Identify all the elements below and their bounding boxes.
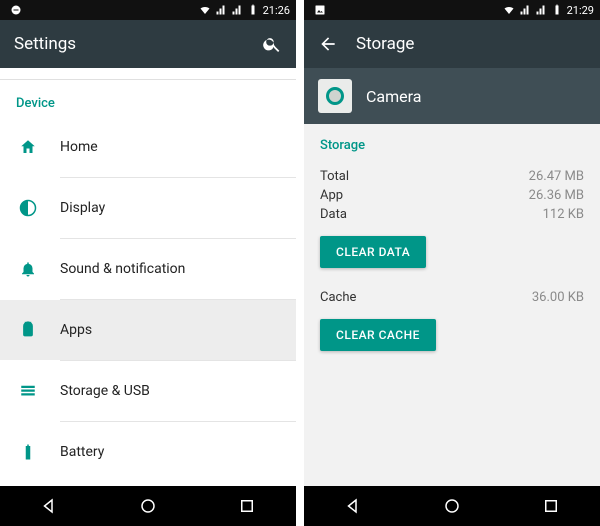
phone-left: 21:26 Settings Device Home Display Sound… [0, 0, 296, 526]
sidebar-item-apps[interactable]: Apps [0, 300, 296, 360]
data-label: Data [320, 207, 347, 222]
bell-icon [19, 260, 37, 278]
app-label: App [320, 188, 343, 203]
nav-recent[interactable] [238, 497, 256, 515]
signal-icon-2 [231, 4, 243, 16]
list-item-label: Display [60, 200, 105, 216]
back-triangle-icon [344, 497, 362, 515]
row-data: Data 112 KB [320, 205, 584, 224]
clock: 21:26 [263, 4, 290, 17]
cache-label: Cache [320, 290, 356, 305]
clock: 21:29 [567, 4, 594, 17]
back-button[interactable] [318, 34, 338, 54]
storage-content: Storage Total 26.47 MB App 26.36 MB Data… [304, 124, 600, 486]
list-item-label: Storage & USB [60, 383, 150, 399]
app-subheader: Camera [304, 68, 600, 124]
android-icon [19, 321, 37, 339]
clear-cache-button[interactable]: CLEAR CACHE [320, 319, 436, 351]
battery-icon [19, 443, 37, 461]
data-value: 112 KB [543, 207, 584, 222]
sidebar-item-display[interactable]: Display [0, 178, 296, 238]
nav-bar [304, 486, 600, 526]
search-button[interactable] [262, 34, 282, 54]
status-bar: 21:29 [304, 0, 600, 20]
back-triangle-icon [40, 497, 58, 515]
sidebar-item-storage[interactable]: Storage & USB [0, 361, 296, 421]
home-circle-icon [443, 497, 461, 515]
total-label: Total [320, 169, 349, 184]
image-icon [314, 4, 326, 16]
wifi-icon [503, 4, 515, 16]
arrow-back-icon [318, 34, 338, 54]
sidebar-item-battery[interactable]: Battery [0, 422, 296, 482]
recent-square-icon [238, 497, 256, 515]
sidebar-item-sound[interactable]: Sound & notification [0, 239, 296, 299]
app-bar: Settings [0, 20, 296, 68]
display-icon [19, 199, 37, 217]
list-item-label: Apps [60, 322, 92, 338]
signal-icon-2 [535, 4, 547, 16]
list-item-label: Home [60, 139, 98, 155]
row-cache: Cache 36.00 KB [320, 288, 584, 307]
app-bar: Storage [304, 20, 600, 68]
status-bar: 21:26 [0, 0, 296, 20]
settings-content: Device Home Display Sound & notification… [0, 68, 296, 486]
storage-icon [19, 382, 37, 400]
page-title: Storage [356, 34, 586, 54]
app-value: 26.36 MB [529, 188, 584, 203]
nav-bar [0, 486, 296, 526]
battery-icon [247, 4, 259, 16]
camera-app-icon [318, 79, 352, 113]
nav-back[interactable] [344, 497, 362, 515]
nav-home[interactable] [139, 497, 157, 515]
clear-data-button[interactable]: CLEAR DATA [320, 236, 426, 268]
search-icon [262, 34, 282, 54]
home-icon [19, 138, 37, 156]
total-value: 26.47 MB [529, 169, 584, 184]
row-total: Total 26.47 MB [320, 167, 584, 186]
row-app: App 26.36 MB [320, 186, 584, 205]
signal-icon [519, 4, 531, 16]
phone-right: 21:29 Storage Camera Storage Total 26.47… [304, 0, 600, 526]
sidebar-item-home[interactable]: Home [0, 117, 296, 177]
app-name: Camera [366, 87, 421, 106]
nav-back[interactable] [40, 497, 58, 515]
nav-recent[interactable] [542, 497, 560, 515]
home-circle-icon [139, 497, 157, 515]
signal-icon [215, 4, 227, 16]
recent-square-icon [542, 497, 560, 515]
dnd-icon [10, 4, 22, 16]
page-title: Settings [14, 34, 244, 54]
list-item-label: Battery [60, 444, 104, 460]
list-item-label: Sound & notification [60, 261, 185, 277]
wifi-icon [199, 4, 211, 16]
section-header-device: Device [0, 82, 296, 117]
section-header-storage: Storage [304, 124, 600, 159]
cache-value: 36.00 KB [532, 290, 584, 305]
battery-icon [551, 4, 563, 16]
nav-home[interactable] [443, 497, 461, 515]
